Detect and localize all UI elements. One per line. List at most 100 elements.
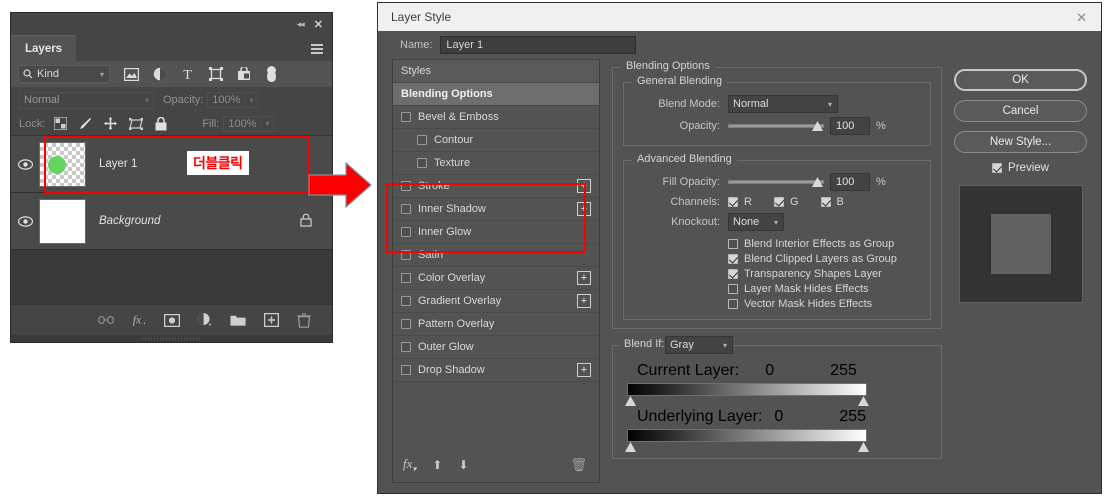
checkbox-row-transparency-shapes-layer[interactable]: Transparency Shapes Layer (728, 266, 920, 281)
current-layer-slider[interactable] (625, 383, 927, 406)
new-layer-icon[interactable] (263, 312, 279, 328)
layer-blend-mode-select[interactable]: Normal ▾ (19, 91, 154, 109)
fill-chevron-down-icon[interactable]: ▾ (261, 115, 275, 132)
underlying-layer-white-knob[interactable] (858, 442, 869, 452)
styles-list-item-bevel-emboss[interactable]: Bevel & Emboss (393, 106, 599, 129)
fill-value[interactable]: 100% (223, 115, 262, 132)
add-gradient-overlay-effect-icon[interactable]: + (577, 294, 591, 308)
channel-r[interactable]: R (728, 195, 752, 209)
styles-list-item-inner-glow[interactable]: Inner Glow (393, 221, 599, 244)
styles-list-header-styles[interactable]: Styles (393, 60, 599, 83)
opacity-chevron-down-icon[interactable]: ▾ (245, 92, 259, 108)
checkbox-inner-shadow[interactable] (401, 204, 411, 214)
filter-toggle-icon[interactable] (264, 65, 279, 82)
filter-kind-select[interactable]: Kind ▾ (18, 65, 110, 83)
layer-thumbnail[interactable] (39, 198, 86, 244)
new-style-button[interactable]: New Style... (954, 131, 1087, 153)
tab-layers[interactable]: Layers (11, 35, 77, 61)
preview-checkbox-row[interactable]: Preview (954, 162, 1087, 174)
add-layer-style-icon[interactable]: fx (131, 312, 147, 328)
lock-transparent-pixels-icon[interactable] (53, 116, 68, 131)
list-item[interactable]: Layer 1 더블클릭 (11, 136, 332, 193)
styles-list-item-outer-glow[interactable]: Outer Glow (393, 336, 599, 359)
checkbox-texture[interactable] (417, 158, 427, 168)
type-layer-filter-icon[interactable]: T (180, 67, 195, 82)
lock-artboard-nesting-icon[interactable] (128, 116, 143, 131)
move-up-icon[interactable]: ⬆ (432, 458, 442, 472)
checkbox-color-overlay[interactable] (401, 273, 411, 283)
styles-list-item-color-overlay[interactable]: Color Overlay + (393, 267, 599, 290)
styles-list-item-pattern-overlay[interactable]: Pattern Overlay (393, 313, 599, 336)
shape-layer-filter-icon[interactable] (208, 67, 223, 82)
collapse-panel-icon[interactable]: ◂◂ (297, 19, 305, 30)
fill-opacity-input[interactable]: 100 (830, 173, 870, 191)
checkbox-channel-r[interactable] (728, 197, 738, 207)
styles-list-item-texture[interactable]: Texture (393, 152, 599, 175)
blend-if-select[interactable]: Gray ▾ (665, 336, 733, 354)
delete-icon[interactable]: 🗑 (570, 457, 587, 473)
add-inner-shadow-effect-icon[interactable]: + (577, 202, 591, 216)
checkbox-transparency-shapes-layer[interactable] (728, 268, 738, 279)
checkbox-satin[interactable] (401, 250, 411, 260)
add-drop-shadow-effect-icon[interactable]: + (577, 363, 591, 377)
checkbox-outer-glow[interactable] (401, 342, 411, 352)
styles-list-item-stroke[interactable]: Stroke + (393, 175, 599, 198)
checkbox-row-layer-mask-hides-effects[interactable]: Layer Mask Hides Effects (728, 281, 920, 296)
add-stroke-effect-icon[interactable]: + (577, 179, 591, 193)
panel-resize-grip[interactable] (11, 335, 332, 342)
checkbox-row-blend-clipped-layers[interactable]: Blend Clipped Layers as Group (728, 251, 920, 266)
checkbox-blend-interior-effects[interactable] (728, 238, 738, 249)
new-group-icon[interactable] (230, 312, 246, 328)
ok-button[interactable]: OK (954, 69, 1087, 91)
checkbox-pattern-overlay[interactable] (401, 319, 411, 329)
new-adjustment-layer-icon[interactable] (197, 312, 213, 328)
move-down-icon[interactable]: ⬇ (458, 458, 468, 472)
checkbox-drop-shadow[interactable] (401, 365, 411, 375)
add-layer-mask-icon[interactable] (164, 312, 180, 328)
lock-position-icon[interactable] (103, 116, 118, 131)
styles-list-item-satin[interactable]: Satin (393, 244, 599, 267)
panel-menu-icon[interactable] (311, 44, 323, 56)
checkbox-channel-g[interactable] (773, 197, 784, 207)
cancel-button[interactable]: Cancel (954, 100, 1087, 122)
checkbox-bevel-emboss[interactable] (401, 112, 411, 122)
checkbox-gradient-overlay[interactable] (401, 296, 411, 306)
fx-icon[interactable]: fx▾ (403, 456, 416, 474)
add-color-overlay-effect-icon[interactable]: + (577, 271, 591, 285)
layer-name-input[interactable]: Layer 1 (440, 36, 637, 54)
checkbox-stroke[interactable] (401, 181, 411, 191)
styles-list-item-drop-shadow[interactable]: Drop Shadow + (393, 359, 599, 382)
styles-list-item-inner-shadow[interactable]: Inner Shadow + (393, 198, 599, 221)
close-icon[interactable]: ✕ (314, 18, 323, 31)
adjustment-layer-filter-icon[interactable] (152, 67, 167, 82)
styles-list-item-gradient-overlay[interactable]: Gradient Overlay + (393, 290, 599, 313)
link-layers-icon[interactable] (98, 312, 114, 328)
checkbox-row-vector-mask-hides-effects[interactable]: Vector Mask Hides Effects (728, 296, 920, 311)
checkbox-vector-mask-hides-effects[interactable] (728, 298, 738, 309)
checkbox-channel-b[interactable] (820, 197, 831, 207)
checkbox-blend-clipped-layers[interactable] (728, 253, 738, 264)
layer-visibility-eye-icon[interactable] (11, 158, 39, 170)
channel-b[interactable]: B (820, 195, 844, 209)
opacity-input[interactable]: 100 (830, 117, 870, 135)
channel-g[interactable]: G (773, 195, 799, 209)
layer-visibility-eye-icon[interactable] (11, 215, 39, 227)
layer-opacity-value[interactable]: 100% (207, 92, 246, 108)
opacity-slider[interactable] (728, 121, 824, 131)
smart-object-filter-icon[interactable] (236, 67, 251, 82)
lock-all-icon[interactable] (153, 116, 168, 131)
delete-layer-icon[interactable] (296, 312, 312, 328)
lock-image-pixels-icon[interactable] (78, 116, 93, 131)
blend-mode-select[interactable]: Normal ▾ (728, 95, 838, 113)
checkbox-layer-mask-hides-effects[interactable] (728, 283, 738, 294)
checkbox-inner-glow[interactable] (401, 227, 411, 237)
checkbox-row-blend-interior-effects[interactable]: Blend Interior Effects as Group (728, 236, 920, 251)
checkbox-contour[interactable] (417, 135, 427, 145)
fill-opacity-slider[interactable] (728, 177, 824, 187)
knockout-select[interactable]: None ▾ (728, 213, 784, 231)
styles-list-item-contour[interactable]: Contour (393, 129, 599, 152)
close-icon[interactable]: ✕ (1076, 10, 1087, 26)
layer-thumbnail[interactable] (39, 141, 86, 187)
styles-list-item-blending-options[interactable]: Blending Options (393, 83, 599, 106)
checkbox-preview[interactable] (992, 163, 1003, 173)
